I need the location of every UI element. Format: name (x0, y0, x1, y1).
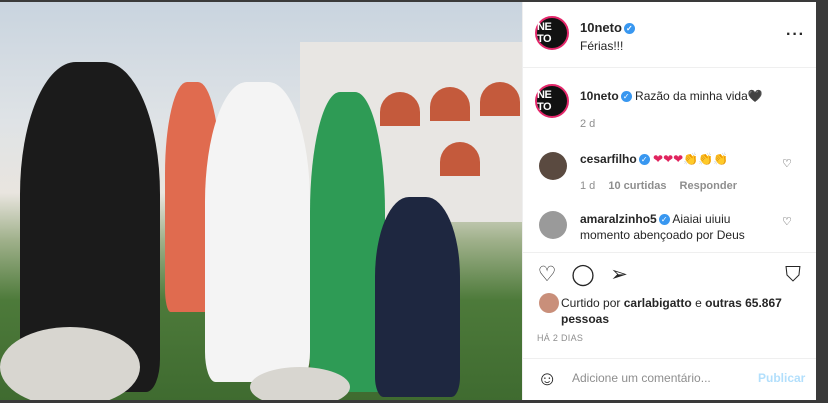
comment-icon[interactable]: ◯ (571, 263, 595, 287)
liker-avatar[interactable] (539, 293, 559, 313)
comment-avatar[interactable] (539, 152, 567, 180)
verified-icon: ✓ (623, 23, 635, 35)
photo-rock (250, 367, 350, 400)
likes-prefix: Curtido por (561, 296, 621, 310)
post-photo[interactable] (0, 2, 522, 400)
share-icon[interactable]: ➢ (607, 263, 631, 287)
comment-avatar[interactable] (539, 211, 567, 239)
comment-text: Razão da minha vida🖤 (635, 89, 763, 103)
comments-list[interactable]: NE TO 10neto ✓ Razão da minha vida🖤 2 d c… (523, 69, 817, 251)
post-actions: ♡ ◯ ➢ ⛉ Curtido por carlabigatto e outra… (523, 252, 817, 358)
caption-comment: 10neto ✓ Razão da minha vida🖤 (580, 89, 763, 103)
page-edge (816, 0, 828, 403)
verified-icon: ✓ (638, 154, 650, 166)
verified-icon: ✓ (620, 91, 632, 103)
instagram-post-modal: NE TO 10neto ✓ Férias!!! ··· NE TO 10neto… (0, 0, 828, 403)
comment-username[interactable]: cesarfilho (580, 152, 637, 166)
more-icon[interactable]: ··· (786, 26, 805, 44)
comment-avatar[interactable]: NE TO (535, 84, 569, 118)
post-header: NE TO 10neto ✓ Férias!!! ··· (523, 2, 817, 68)
comment-username[interactable]: 10neto (580, 89, 619, 103)
photo-person (375, 197, 460, 397)
comment-username[interactable]: amaralzinho5 (580, 212, 657, 226)
comment-age: 1 d (580, 180, 596, 192)
comment: cesarfilho ✓ ❤❤❤👏👏👏 (580, 152, 728, 166)
publish-button[interactable]: Publicar (758, 371, 805, 385)
author-username-text[interactable]: 10neto (580, 20, 622, 35)
add-comment-bar: ☺ Adicione um comentário... Publicar (523, 358, 817, 400)
comment: amaralzinho5 ✓ Aiaiai uiuiu momento abenç… (580, 211, 778, 243)
photo-arch (380, 92, 420, 126)
reply-button[interactable]: Responder (680, 180, 737, 192)
post-side-panel: NE TO 10neto ✓ Férias!!! ··· NE TO 10neto… (522, 2, 817, 400)
heart-icon[interactable]: ♡ (535, 263, 559, 287)
post-caption-header: Férias!!! (580, 39, 624, 53)
photo-rock (0, 327, 140, 400)
comment-input[interactable]: Adicione um comentário... (572, 371, 711, 385)
photo-person (205, 82, 310, 382)
emoji-icon[interactable]: ☺ (537, 368, 557, 391)
likes-summary: Curtido por carlabigatto e outras 65.867… (561, 295, 801, 327)
comment-text: ❤❤❤👏👏👏 (653, 152, 729, 166)
comment-like-icon[interactable]: ♡ (782, 157, 792, 170)
photo-arch (480, 82, 520, 116)
bookmark-icon[interactable]: ⛉ (781, 263, 805, 287)
comment-meta: 1 d 10 curtidas Responder (580, 180, 737, 192)
author-avatar[interactable]: NE TO (535, 16, 569, 50)
photo-arch (440, 142, 480, 176)
author-username[interactable]: 10neto ✓ (580, 20, 635, 35)
likes-conj: e (695, 296, 702, 310)
comment-age: 2 d (580, 118, 596, 130)
photo-arch (430, 87, 470, 121)
photo-person (310, 92, 385, 392)
post-timestamp[interactable]: HÁ 2 DIAS (537, 333, 583, 343)
comment-like-icon[interactable]: ♡ (782, 215, 792, 228)
liker-username[interactable]: carlabigatto (624, 296, 692, 310)
verified-icon: ✓ (658, 214, 670, 226)
comment-likes[interactable]: 10 curtidas (608, 180, 666, 192)
